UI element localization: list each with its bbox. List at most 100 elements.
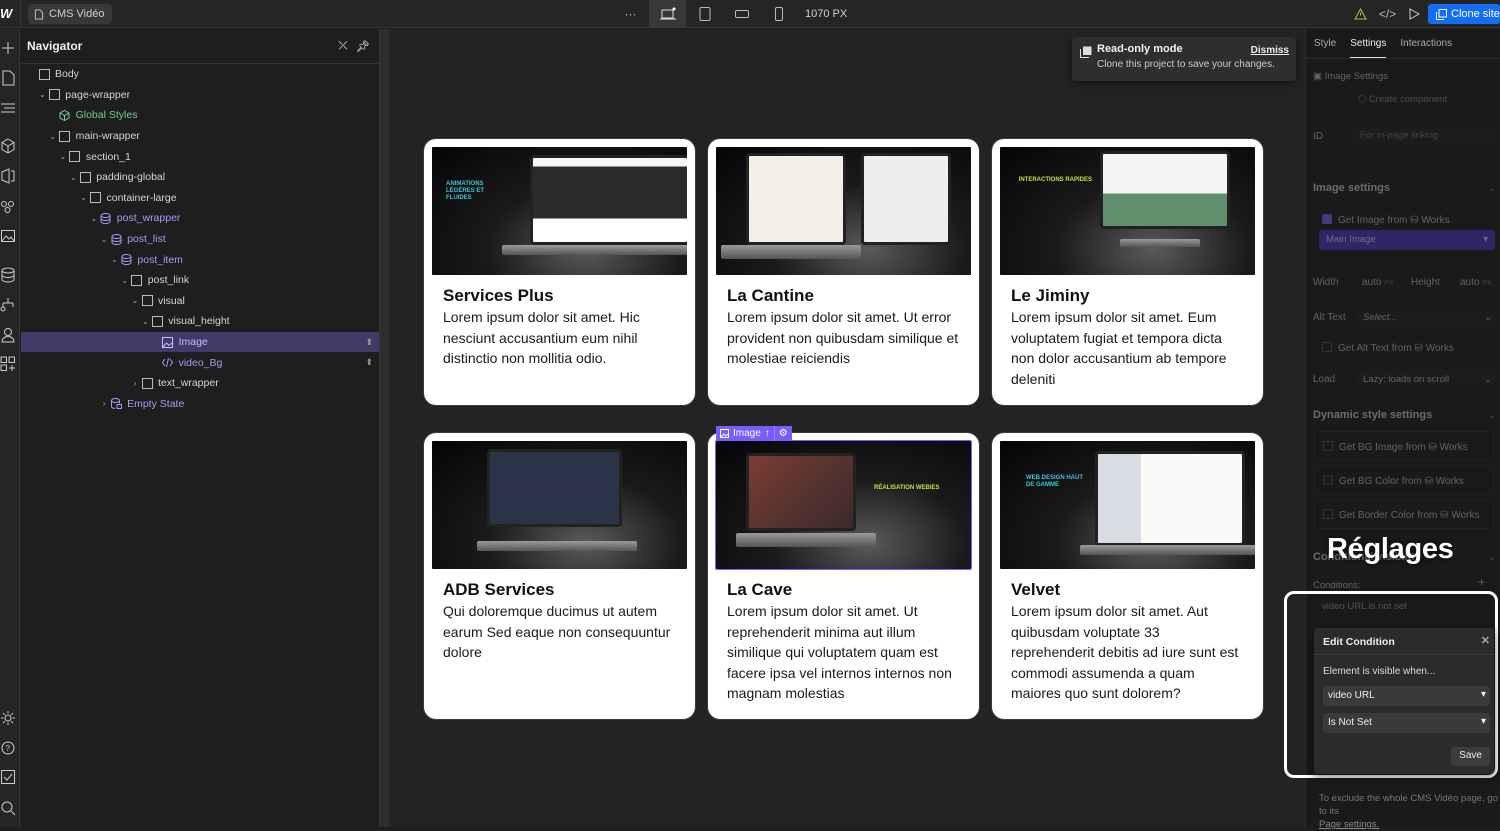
post-thumbnail-image[interactable]: ANIMATIONS LÉGÈRES ET FLUIDES [432,147,687,275]
get-alt-from-toggle[interactable]: Get Alt Text from ⛁ Works [1322,342,1454,354]
chevron-down-icon[interactable]: ⌄ [1488,183,1496,194]
navigator-node[interactable]: ⌄ post_list [21,229,379,250]
post-card[interactable]: WEB DESIGN HAUT DE GAMME Velvet Lorem ipsu… [992,433,1263,719]
navigator-node[interactable]: ⌄ post_item [21,249,379,270]
chevron-down-icon[interactable]: ⌄ [68,173,78,182]
audit-button[interactable] [0,769,16,785]
navigator-button[interactable] [0,100,16,116]
preview-button[interactable] [1401,0,1428,28]
chevron-right-icon[interactable]: › [130,379,140,388]
navigator-node[interactable]: ⌄ section_1 [21,146,379,167]
chevron-down-icon[interactable]: ⌄ [120,276,130,285]
tab-style[interactable]: Style [1314,38,1336,49]
styles-button[interactable] [0,198,16,214]
chevron-down-icon[interactable]: ⌄ [1488,552,1496,563]
chevron-down-icon[interactable]: ⌄ [140,317,150,326]
navigator-node[interactable]: ⌄ main-wrapper [21,126,379,147]
users-button[interactable] [0,327,16,343]
components-button[interactable] [0,138,16,154]
navigator-node[interactable]: video_Bg ⬆ [21,352,379,373]
dynamic-style-item[interactable]: Get Border Color from ⛁ Works [1314,499,1494,529]
field-select[interactable]: video URL [1323,686,1490,706]
element-settings-icon[interactable]: ⚙ [779,428,788,439]
load-select[interactable]: Lazy: loads on scroll ⌄ [1357,369,1497,389]
post-thumbnail-image[interactable]: INTERACTIONS RAPIDES [1000,147,1255,275]
chevron-down-icon[interactable]: ⌄ [130,296,140,305]
post-card[interactable]: INTERACTIONS RAPIDES Le Jiminy Lorem ipsum… [992,139,1263,405]
dismiss-link[interactable]: Dismiss [1251,45,1289,56]
post-thumbnail-image[interactable] [432,441,687,569]
collapse-all-icon[interactable]: ⤫ [333,40,353,53]
operator-select[interactable]: Is Not Set [1323,713,1490,733]
checkbox[interactable] [1323,475,1333,485]
alt-text-select[interactable]: Select... ⌄ [1357,307,1497,327]
selected-element-badge[interactable]: Image ↑ ⚙ [716,426,792,441]
navigator-node[interactable]: ⌄ container-large [21,188,379,209]
id-input[interactable]: For in-page linking [1354,125,1494,145]
checkbox[interactable] [1322,214,1332,224]
width-input[interactable]: auto PX [1362,277,1394,288]
dynamic-style-item[interactable]: Get BG Color from ⛁ Works [1314,465,1494,495]
tablet-breakpoint-button[interactable] [686,0,723,28]
chevron-right-icon[interactable]: › [99,399,109,408]
chevron-down-icon[interactable]: ⌄ [79,193,89,202]
clone-site-button[interactable]: Clone site [1428,4,1500,24]
navigator-node[interactable]: ⌄ visual_height [21,311,379,332]
page-selector[interactable]: CMS Vidéo [28,4,113,24]
navigator-node[interactable]: ⌄ post_link [21,270,379,291]
create-component-button[interactable]: ⬡ Create component [1358,94,1447,105]
navigator-scrollbar[interactable] [380,29,389,827]
navigator-node[interactable]: ⌄ post_wrapper [21,208,379,229]
post-thumbnail-image[interactable]: WEB DESIGN HAUT DE GAMME [1000,441,1255,569]
add-panel-button[interactable] [0,40,16,56]
post-card[interactable]: RÉALISATION WEBIES La Cave Lorem ipsum dol… [708,433,979,719]
select-parent-icon[interactable]: ↑ [765,428,770,439]
navigator-node[interactable]: ⌄ page-wrapper [21,85,379,106]
get-image-from-toggle[interactable]: Get Image from ⛁ Works [1322,214,1450,226]
chevron-down-icon[interactable]: ⌄ [89,214,99,223]
checkbox[interactable] [1323,509,1333,519]
navigator-node[interactable]: ⌄ padding-global [21,167,379,188]
checkbox[interactable] [1322,342,1332,352]
logic-button[interactable] [0,297,16,313]
desktop-breakpoint-button[interactable] [649,0,686,28]
assets-button[interactable] [0,228,16,244]
close-icon[interactable]: ✕ [1481,634,1490,647]
navigator-node[interactable]: Image ⬆ [21,331,379,353]
navigator-node[interactable]: › text_wrapper [21,373,379,394]
variables-button[interactable] [0,168,16,184]
post-thumbnail-image[interactable] [716,147,971,275]
add-condition-button[interactable]: + [1478,575,1485,589]
navigator-node[interactable]: Global Styles [21,105,379,126]
pages-button[interactable] [0,70,16,86]
tab-interactions[interactable]: Interactions [1400,38,1452,49]
chevron-down-icon[interactable]: ⌄ [48,132,58,141]
search-button[interactable] [0,800,16,816]
pin-icon[interactable]: 📌︎ [353,40,373,53]
chevron-down-icon[interactable]: ⌄ [37,90,47,99]
post-card[interactable]: La Cantine Lorem ipsum dolor sit amet. Ut… [708,139,979,405]
chevron-down-icon[interactable]: ⌄ [58,152,68,161]
save-button[interactable]: Save [1451,747,1490,766]
code-button[interactable]: </> [1374,0,1401,28]
apps-button[interactable] [0,356,16,372]
checkbox[interactable] [1323,441,1333,451]
post-card[interactable]: ANIMATIONS LÉGÈRES ET FLUIDES Services Pl… [424,139,695,405]
post-thumbnail-image[interactable]: RÉALISATION WEBIES [715,440,972,570]
more-button[interactable]: ··· [612,0,649,28]
cms-button[interactable] [0,267,16,283]
webflow-logo[interactable]: W [0,6,18,22]
chevron-down-icon[interactable]: ⌄ [99,235,109,244]
navigator-node[interactable]: › Empty State [21,394,379,415]
mobile-portrait-button[interactable] [760,0,797,28]
post-card[interactable]: ADB Services Qui doloremque ducimus ut au… [424,433,695,719]
warning-button[interactable] [1347,0,1374,28]
page-settings-link[interactable]: Page settings. [1319,819,1379,830]
settings-button[interactable] [0,710,16,726]
chevron-down-icon[interactable]: ⌄ [109,255,119,264]
tab-settings[interactable]: Settings [1350,38,1387,58]
help-button[interactable]: ? [0,739,16,755]
image-field-select[interactable]: Main Image ▾ [1319,230,1495,250]
navigator-node[interactable]: Body [21,64,379,85]
dynamic-style-item[interactable]: Get BG Image from ⛁ Works [1314,431,1494,461]
